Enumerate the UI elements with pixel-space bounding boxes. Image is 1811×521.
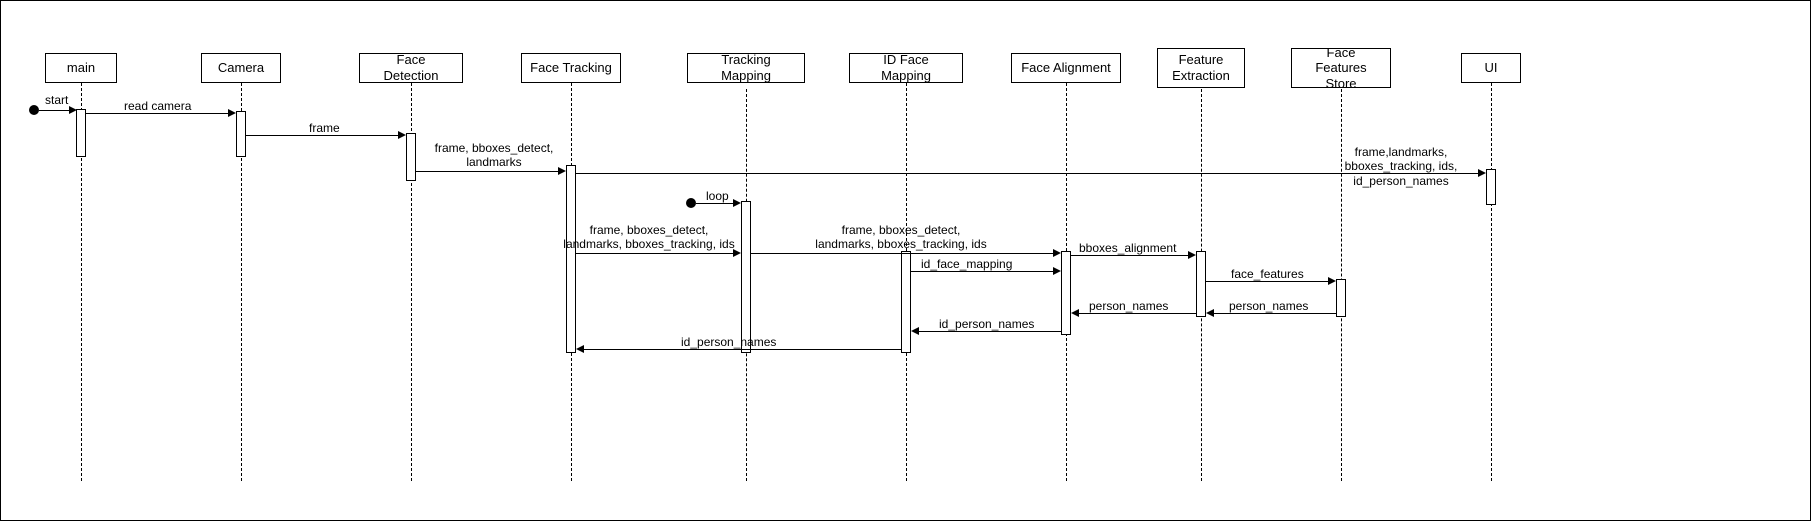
activation-camera bbox=[236, 111, 246, 157]
label-loop: loop bbox=[706, 189, 729, 203]
lifeline-ui bbox=[1491, 83, 1492, 481]
arrow-frame-bboxes-tracking-ids bbox=[751, 253, 1056, 254]
arrowhead-id-person-names2 bbox=[576, 345, 584, 353]
label-frame: frame bbox=[309, 121, 340, 135]
label-person-names: person_names bbox=[1229, 299, 1308, 313]
start-dot bbox=[29, 105, 39, 115]
label-frame-tracking-ids: frame, bboxes_detect, landmarks, bboxes_… bbox=[559, 223, 739, 252]
arrowhead-start bbox=[69, 106, 77, 114]
loop-dot bbox=[686, 198, 696, 208]
arrowhead-id-person-names bbox=[911, 327, 919, 335]
arrow-bboxes-alignment bbox=[1071, 255, 1191, 256]
arrowhead-person-names2 bbox=[1071, 309, 1079, 317]
arrow-person-names2 bbox=[1078, 313, 1196, 314]
arrowhead-bboxes-alignment bbox=[1188, 251, 1196, 259]
activation-main bbox=[76, 109, 86, 157]
arrowhead-frame-bboxes-tracking-ids bbox=[1053, 249, 1061, 257]
participant-face-features-store: Face Features Store bbox=[1291, 48, 1391, 88]
participant-camera: Camera bbox=[201, 53, 281, 83]
arrow-loop bbox=[696, 203, 736, 204]
activation-tracking-mapping bbox=[741, 201, 751, 353]
participant-main: main bbox=[45, 53, 117, 83]
arrowhead-read-camera bbox=[228, 109, 236, 117]
arrow-face-features bbox=[1206, 281, 1331, 282]
activation-face-detection bbox=[406, 133, 416, 181]
arrowhead-face-features bbox=[1328, 277, 1336, 285]
activation-feature-extraction bbox=[1196, 251, 1206, 317]
label-id-person-names: id_person_names bbox=[939, 317, 1034, 331]
participant-face-alignment: Face Alignment bbox=[1011, 53, 1121, 83]
label-face-features: face_features bbox=[1231, 267, 1304, 281]
arrowhead-loop bbox=[733, 199, 741, 207]
arrow-read-camera bbox=[86, 113, 231, 114]
arrow-person-names bbox=[1213, 313, 1336, 314]
label-bboxes-alignment: bboxes_alignment bbox=[1079, 241, 1176, 255]
label-start: start bbox=[45, 93, 68, 107]
participant-tracking-mapping: Tracking Mapping bbox=[687, 53, 805, 83]
label-person-names2: person_names bbox=[1089, 299, 1168, 313]
arrow-id-face-mapping bbox=[911, 271, 1056, 272]
arrowhead-person-names bbox=[1206, 309, 1214, 317]
label-frame-landmarks-ui: frame,landmarks, bboxes_tracking, ids, i… bbox=[1311, 145, 1491, 188]
arrowhead-frame-tracking-ids bbox=[733, 249, 741, 257]
label-id-face-mapping: id_face_mapping bbox=[921, 257, 1012, 271]
arrowhead-frame-bboxes-landmarks bbox=[558, 167, 566, 175]
arrow-to-ui bbox=[576, 173, 1481, 174]
arrow-frame-bboxes-landmarks bbox=[416, 171, 561, 172]
participant-ui: UI bbox=[1461, 53, 1521, 83]
arrow-frame bbox=[246, 135, 401, 136]
arrowhead-id-face-mapping bbox=[1053, 267, 1061, 275]
activation-face-features-store bbox=[1336, 279, 1346, 317]
participant-feature-extraction: Feature Extraction bbox=[1157, 48, 1245, 88]
activation-face-alignment bbox=[1061, 251, 1071, 335]
arrowhead-to-ui bbox=[1478, 169, 1486, 177]
arrow-id-person-names bbox=[918, 331, 1061, 332]
arrow-start bbox=[39, 110, 71, 111]
label-id-person-names2: id_person_names bbox=[681, 335, 776, 349]
participant-id-face-mapping: ID Face Mapping bbox=[849, 53, 963, 83]
sequence-diagram: main Camera Face Detection Face Tracking… bbox=[0, 0, 1811, 521]
label-frame-bboxes-landmarks: frame, bboxes_detect, landmarks bbox=[429, 141, 559, 170]
participant-face-tracking: Face Tracking bbox=[521, 53, 621, 83]
arrowhead-frame bbox=[398, 131, 406, 139]
arrow-id-person-names2 bbox=[583, 349, 901, 350]
activation-id-face-mapping bbox=[901, 251, 911, 353]
activation-face-tracking bbox=[566, 165, 576, 353]
arrow-frame-tracking-ids bbox=[576, 253, 736, 254]
participant-face-detection: Face Detection bbox=[359, 53, 463, 83]
label-frame-bboxes-tracking-ids: frame, bboxes_detect, landmarks, bboxes_… bbox=[811, 223, 991, 252]
label-read-camera: read camera bbox=[124, 99, 191, 113]
